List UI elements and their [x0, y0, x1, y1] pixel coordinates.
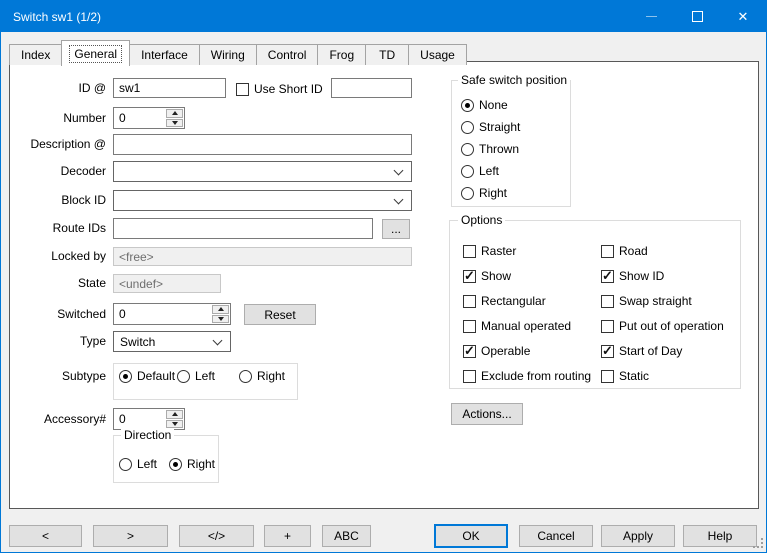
resize-grip[interactable] [752, 537, 764, 549]
maximize-button[interactable] [674, 1, 720, 32]
safe-position-radio-straight[interactable]: Straight [461, 120, 520, 134]
minimize-icon [646, 16, 657, 17]
chevron-down-icon [394, 195, 404, 205]
arrow-up-icon [172, 412, 178, 416]
route-ids-input[interactable] [113, 218, 373, 239]
spin-down-button[interactable] [166, 119, 183, 128]
short-id-input[interactable] [331, 78, 412, 98]
options-group-title: Options [458, 213, 505, 227]
spin-up-button[interactable] [166, 410, 183, 419]
direction-radio-right[interactable]: Right [169, 457, 215, 471]
number-label: Number [10, 107, 106, 129]
subtype-radio-right[interactable]: Right [239, 369, 285, 383]
subtype-label: Subtype [10, 369, 106, 383]
nav-next-button[interactable]: > [93, 525, 168, 547]
description-label: Description @ [10, 134, 106, 155]
locked-by-field [113, 247, 412, 266]
option-operable-checkbox[interactable]: Operable [463, 344, 530, 358]
option-raster-checkbox[interactable]: Raster [463, 244, 516, 258]
subtype-radio-left[interactable]: Left [177, 369, 215, 383]
accessory-spinner[interactable]: 0 [113, 408, 185, 430]
safe-position-radio-right[interactable]: Right [461, 186, 507, 200]
route-ids-label: Route IDs [10, 218, 106, 239]
id-label: ID @ [10, 78, 106, 98]
tab-wiring[interactable]: Wiring [199, 44, 257, 65]
tab-frog[interactable]: Frog [317, 44, 366, 65]
type-label: Type [10, 331, 106, 352]
abc-button[interactable]: ABC [322, 525, 371, 547]
option-road-checkbox[interactable]: Road [601, 244, 648, 258]
tab-general[interactable]: General [61, 40, 130, 66]
chevron-down-icon [213, 336, 223, 346]
id-input[interactable] [113, 78, 226, 98]
direction-group-title: Direction [121, 428, 174, 442]
safe-position-radio-left[interactable]: Left [461, 164, 499, 178]
option-put-out-of-operation-checkbox[interactable]: Put out of operation [601, 319, 724, 333]
route-ids-browse-button[interactable]: ... [382, 219, 410, 239]
reset-button[interactable]: Reset [244, 304, 316, 325]
close-button[interactable]: ✕ [720, 1, 766, 32]
option-manual-operated-checkbox[interactable]: Manual operated [463, 319, 571, 333]
safe-position-radio-thrown[interactable]: Thrown [461, 142, 519, 156]
spin-up-button[interactable] [212, 305, 229, 314]
description-input[interactable] [113, 134, 412, 155]
option-swap-straight-checkbox[interactable]: Swap straight [601, 294, 692, 308]
state-label: State [10, 274, 106, 293]
xml-button[interactable]: </> [179, 525, 254, 547]
number-spinner[interactable]: 0 [113, 107, 185, 129]
actions-button[interactable]: Actions... [451, 403, 523, 425]
tab-usage[interactable]: Usage [408, 44, 467, 65]
option-rectangular-checkbox[interactable]: Rectangular [463, 294, 546, 308]
tab-interface[interactable]: Interface [129, 44, 200, 65]
close-icon: ✕ [738, 10, 749, 23]
window-controls: ✕ [628, 1, 766, 32]
switch-properties-dialog: Switch sw1 (1/2) ✕ Index General Interfa… [0, 0, 767, 553]
safe-switch-position-title: Safe switch position [458, 73, 570, 87]
accessory-label: Accessory# [10, 408, 106, 430]
direction-radio-left[interactable]: Left [119, 457, 157, 471]
option-static-checkbox[interactable]: Static [601, 369, 649, 383]
option-exclude-from-routing-checkbox[interactable]: Exclude from routing [463, 369, 591, 383]
spin-down-button[interactable] [212, 315, 229, 324]
arrow-down-icon [172, 422, 178, 426]
safe-position-radio-none[interactable]: None [461, 98, 508, 112]
apply-button[interactable]: Apply [601, 525, 675, 547]
decoder-combobox[interactable] [113, 161, 412, 182]
tab-bar: Index General Interface Wiring Control F… [9, 36, 467, 65]
state-field [113, 274, 221, 293]
decoder-label: Decoder [10, 161, 106, 182]
spin-down-button[interactable] [166, 420, 183, 429]
switched-label: Switched [10, 303, 106, 325]
chevron-down-icon [394, 166, 404, 176]
arrow-down-icon [218, 317, 224, 321]
arrow-down-icon [172, 121, 178, 125]
checkbox-box [236, 83, 249, 96]
option-show-id-checkbox[interactable]: Show ID [601, 269, 664, 283]
ok-button[interactable]: OK [434, 524, 508, 548]
help-button[interactable]: Help [683, 525, 757, 547]
block-id-combobox[interactable] [113, 190, 412, 211]
cancel-button[interactable]: Cancel [519, 525, 593, 547]
switched-spinner[interactable]: 0 [113, 303, 231, 325]
block-id-label: Block ID [10, 190, 106, 211]
option-show-checkbox[interactable]: Show [463, 269, 511, 283]
window-title: Switch sw1 (1/2) [13, 10, 101, 24]
arrow-up-icon [172, 111, 178, 115]
tab-control[interactable]: Control [256, 44, 319, 65]
spin-up-button[interactable] [166, 109, 183, 118]
minimize-button[interactable] [628, 1, 674, 32]
use-short-id-checkbox[interactable]: Use Short ID [236, 82, 323, 96]
nav-prev-button[interactable]: < [9, 525, 82, 547]
subtype-radio-default[interactable]: Default [119, 369, 175, 383]
tab-index[interactable]: Index [9, 44, 62, 65]
maximize-icon [692, 11, 703, 22]
option-start-of-day-checkbox[interactable]: Start of Day [601, 344, 682, 358]
general-tab-panel: ID @ Use Short ID Number 0 Description @… [9, 61, 759, 509]
arrow-up-icon [218, 307, 224, 311]
add-button[interactable]: + [264, 525, 311, 547]
locked-by-label: Locked by [10, 247, 106, 266]
type-combobox[interactable]: Switch [113, 331, 231, 352]
tab-td[interactable]: TD [365, 44, 409, 65]
